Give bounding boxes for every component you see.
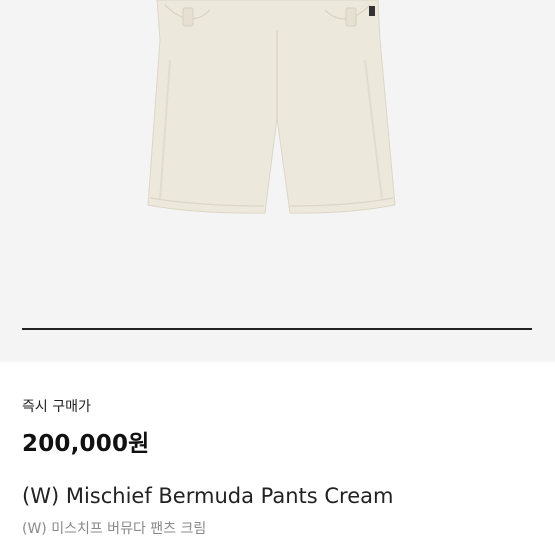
product-image-gallery[interactable] [0, 0, 555, 362]
price-value: 200,000원 [22, 431, 150, 457]
product-name-en: (W) Mischief Bermuda Pants Cream [22, 484, 394, 508]
product-image [147, 0, 396, 214]
product-page: 즉시 구매가 200,000원 (W) Mischief Bermuda Pan… [0, 0, 555, 555]
gallery-progress-fill [22, 328, 532, 330]
gallery-progress-bar[interactable] [22, 328, 532, 330]
price-label: 즉시 구매가 [22, 399, 91, 415]
product-name-ko: (W) 미스치프 버뮤다 팬츠 크림 [22, 521, 207, 537]
